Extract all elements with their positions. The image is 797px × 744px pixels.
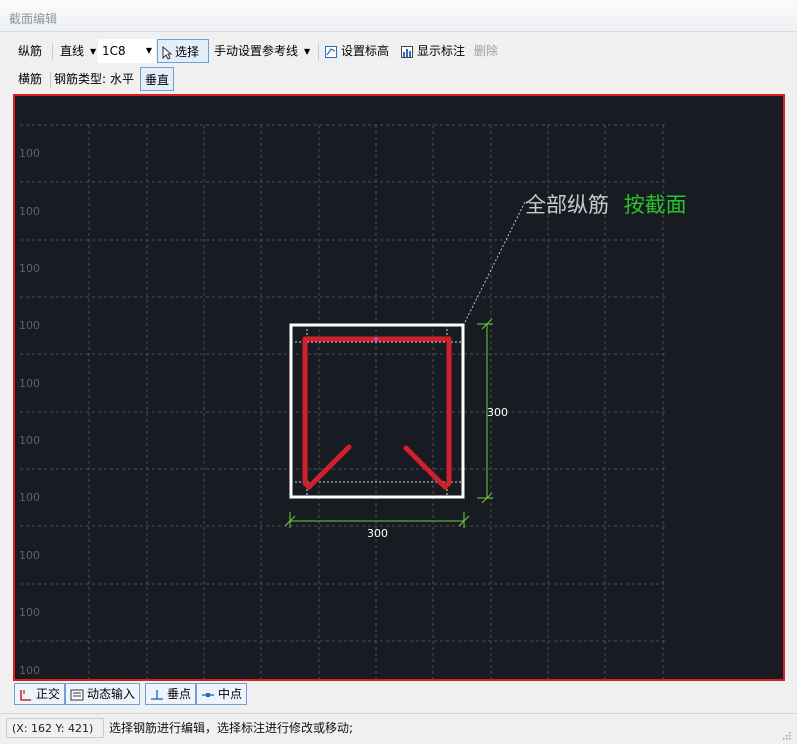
- snap-toolbar: 正交 动态输入 垂点 中点: [13, 683, 785, 707]
- rebar-spec-select[interactable]: 1C8 ▼: [98, 39, 156, 63]
- title-bar: 截面编辑: [0, 0, 797, 32]
- toolbar-separator: [318, 43, 319, 60]
- toolbar-main: 纵筋 直线 ▼ 1C8 ▼ 选择 手动设置参考线 ▼ 设置标高 显示标注 删除: [10, 39, 787, 65]
- midpoint-label: 中点: [218, 687, 243, 701]
- annotation-mode-text: 按截面: [624, 193, 687, 217]
- horizontal-type-button[interactable]: 水平: [106, 67, 138, 91]
- elevation-icon: [325, 45, 337, 58]
- longitudinal-rebar-button[interactable]: 纵筋: [14, 39, 46, 63]
- transverse-rebar-button[interactable]: 横筋: [14, 67, 46, 91]
- annotation-main-text: 全部纵筋: [525, 193, 609, 217]
- vertical-type-button[interactable]: 垂直: [140, 67, 175, 91]
- line-type-dropdown[interactable]: 直线 ▼: [56, 39, 100, 63]
- grid-label: 100: [19, 319, 40, 332]
- rebar-midpoint-marker: [374, 337, 378, 341]
- toolbar-rebar-type: 横筋 钢筋类型: 水平 垂直: [10, 67, 787, 91]
- status-message: 选择钢筋进行编辑，选择标注进行修改或移动;: [109, 721, 354, 735]
- set-elevation-button[interactable]: 设置标高: [320, 39, 393, 63]
- select-tool-label: 选择: [175, 45, 200, 59]
- ortho-toggle[interactable]: 正交: [14, 683, 66, 705]
- manual-reference-line-label: 手动设置参考线: [214, 44, 299, 58]
- dynamic-input-toggle[interactable]: 动态输入: [65, 683, 141, 705]
- annotation-leader-line: [464, 201, 526, 323]
- section-outline[interactable]: [289, 323, 465, 499]
- transverse-rebar-label: 横筋: [18, 72, 43, 86]
- rebar-annotation[interactable]: 全部纵筋 按截面: [525, 193, 687, 217]
- delete-label: 删除: [474, 44, 499, 58]
- delete-button[interactable]: 删除: [470, 39, 502, 63]
- longitudinal-rebar-label: 纵筋: [18, 44, 43, 58]
- dimension-height-text[interactable]: 300: [487, 406, 508, 419]
- annotation-chart-icon: [401, 45, 413, 58]
- window-title: 截面编辑: [9, 12, 58, 26]
- ortho-label: 正交: [36, 687, 61, 701]
- midpoint-icon: [202, 692, 214, 697]
- midpoint-snap-toggle[interactable]: 中点: [196, 683, 248, 705]
- ortho-icon: [20, 689, 31, 701]
- grid-label: 100: [19, 205, 40, 218]
- drawing-canvas[interactable]: 100 100 100 100 100 100 100 100 100 100: [13, 94, 785, 681]
- line-type-value: 直线: [60, 44, 85, 58]
- dimension-width-text[interactable]: 300: [367, 527, 388, 540]
- select-tool-button[interactable]: 选择: [157, 39, 209, 63]
- keyboard-icon: [70, 689, 84, 700]
- toolbar-separator: [50, 71, 51, 88]
- chevron-down-icon: ▼: [304, 46, 311, 56]
- grid-label: 100: [19, 549, 40, 562]
- grid-label: 100: [19, 491, 40, 504]
- horizontal-type-label: 水平: [110, 72, 135, 86]
- grid-label: 100: [19, 606, 40, 619]
- resize-grip-icon[interactable]: [781, 730, 791, 740]
- rebar-type-label: 钢筋类型:: [54, 72, 107, 86]
- perpendicular-icon: [151, 689, 163, 700]
- rebar-spec-value: 1C8: [102, 44, 126, 58]
- cursor-arrow-icon: [162, 45, 172, 60]
- canvas-svg[interactable]: 100 100 100 100 100 100 100 100 100 100: [15, 96, 783, 679]
- toolbar-separator: [52, 43, 53, 60]
- grid-label: 100: [19, 262, 40, 275]
- grid-label: 100: [19, 664, 40, 677]
- grid-label: 100: [19, 377, 40, 390]
- chevron-down-icon: ▼: [90, 46, 97, 56]
- show-annotation-button[interactable]: 显示标注: [396, 39, 469, 63]
- cursor-coordinates: (X: 162 Y: 421): [6, 718, 104, 738]
- dynamic-input-label: 动态输入: [87, 687, 136, 701]
- reference-lines[interactable]: [291, 325, 463, 497]
- perpendicular-snap-toggle[interactable]: 垂点: [145, 683, 197, 705]
- set-elevation-label: 设置标高: [341, 44, 390, 58]
- perpendicular-label: 垂点: [167, 687, 192, 701]
- status-bar: (X: 162 Y: 421) 选择钢筋进行编辑，选择标注进行修改或移动;: [0, 713, 797, 744]
- stirrup-rebar[interactable]: [302, 336, 452, 490]
- show-annotation-label: 显示标注: [417, 44, 466, 58]
- manual-reference-line-dropdown[interactable]: 手动设置参考线 ▼: [210, 39, 314, 63]
- grid-label: 100: [19, 434, 40, 447]
- chevron-down-icon: ▼: [145, 46, 152, 55]
- grid-label: 100: [19, 147, 40, 160]
- vertical-type-label: 垂直: [145, 73, 170, 87]
